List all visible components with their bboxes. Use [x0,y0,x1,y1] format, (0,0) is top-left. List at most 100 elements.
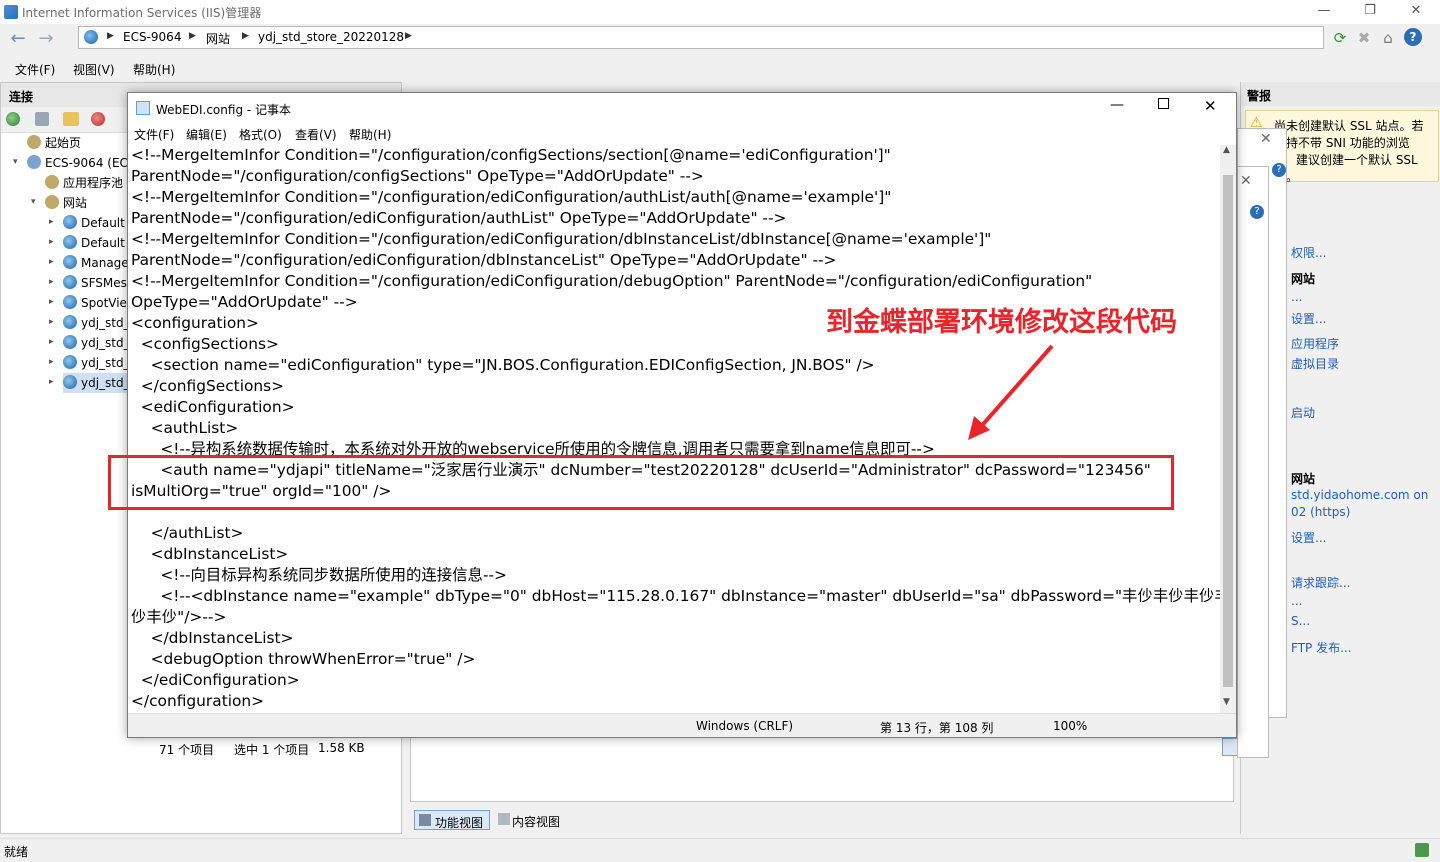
chevron-right-icon: ▶ [107,31,114,41]
scroll-up-icon[interactable]: ▲ [1223,145,1230,155]
home-icon[interactable]: ⌂ [1378,28,1398,48]
action-link[interactable]: 权限... [1291,244,1326,261]
menu-bar: 文件(F) 视图(V) 帮助(H) [0,58,1440,80]
notepad-menu-view[interactable]: 查看(V) [295,126,337,143]
close-icon[interactable]: ✕ [1260,131,1272,147]
action-link[interactable]: std.yidaohome.com on [1291,488,1428,502]
menu-file[interactable]: 文件(F) [15,61,55,78]
expand-chevron-icon[interactable]: ▸ [49,377,54,387]
tree-item-label: ydj_std_ [81,356,130,370]
close-icon[interactable]: ✕ [1240,173,1252,189]
background-dialog-2: ✕ ? [1237,166,1269,758]
website-globe-icon [63,315,77,329]
notepad-menu-help[interactable]: 帮助(H) [349,126,391,143]
scroll-thumb[interactable] [1223,175,1233,687]
notepad-vertical-scrollbar[interactable]: ▲ ▼ [1220,145,1236,713]
action-link[interactable]: S... [1291,614,1310,628]
action-link[interactable]: 应用程序 [1291,335,1339,352]
disconnect-icon[interactable] [91,112,105,126]
content-view-label: 内容视图 [512,815,561,829]
notepad-close-button[interactable]: ✕ [1204,97,1217,115]
tree-item[interactable]: ydj_std_ [63,353,130,373]
action-link[interactable]: 请求跟踪... [1291,574,1350,591]
notepad-maximize-button[interactable] [1158,98,1169,109]
menu-help[interactable]: 帮助(H) [133,61,175,78]
action-link[interactable]: 02 (https) [1291,505,1350,519]
tree-item[interactable]: 起始页 [27,133,81,153]
text-line: <!--MergeItemInfor Condition="/configura… [131,272,1093,290]
up-folder-icon[interactable] [63,112,79,126]
address-segment[interactable]: ECS-9064 [123,30,181,44]
website-globe-icon [63,295,77,309]
text-line: <!--MergeItemInfor Condition="/configura… [131,146,891,164]
expand-chevron-icon[interactable]: ▸ [49,297,54,307]
collapse-chevron-icon[interactable]: ▾ [31,197,36,207]
window-title: Internet Information Services (IIS)管理器 [22,6,262,20]
iis-title-bar: Internet Information Services (IIS)管理器 —… [0,0,1440,24]
notepad-menu-edit[interactable]: 编辑(E) [186,126,227,143]
tree-item[interactable]: Default [63,213,125,233]
expand-chevron-icon[interactable]: ▸ [49,257,54,267]
minimize-button[interactable]: — [1301,0,1347,24]
collapse-chevron-icon[interactable]: ▾ [13,157,18,167]
close-button[interactable]: ✕ [1393,0,1439,24]
refresh-icon[interactable]: ⟳ [1330,28,1350,48]
help-icon[interactable]: ? [1404,28,1422,46]
text-line: </authList> [131,524,244,542]
help-icon[interactable]: ? [1272,163,1286,177]
action-link[interactable]: 虚拟目录 [1291,355,1339,372]
action-link[interactable]: ... [1291,594,1302,608]
address-bar[interactable]: ▶ ECS-9064 ▶ 网站 ▶ ydj_std_store_20220128… [78,26,1324,49]
tree-item[interactable]: ydj_std_ [63,373,130,393]
tree-item[interactable]: SFSMes [63,273,127,293]
notepad-menu-format[interactable]: 格式(O) [239,126,282,143]
tree-item-label: Manage [81,256,129,270]
tree-item[interactable]: Default [63,233,125,253]
website-globe-icon [63,375,77,389]
tree-item[interactable]: SpotVie [63,293,127,313]
expand-chevron-icon[interactable]: ▸ [49,237,54,247]
menu-view[interactable]: 视图(V) [73,61,115,78]
action-link[interactable]: FTP 发布... [1291,639,1352,656]
action-link[interactable]: 设置... [1291,310,1326,327]
tree-item[interactable]: 应用程序池 [45,173,123,193]
expand-chevron-icon[interactable]: ▸ [49,337,54,347]
status-bar: 就绪 [0,838,1440,862]
view-switch-content[interactable]: 内容视图 [494,810,574,830]
action-link[interactable]: 设置... [1291,529,1326,546]
action-link[interactable]: 启动 [1291,404,1315,421]
action-section-title: 网站 [1291,272,1316,286]
view-switch-feature[interactable]: 功能视图 [414,810,490,830]
stop-icon[interactable]: ✖ [1354,28,1374,48]
folder-icon [27,135,41,149]
feature-view-icon [419,814,431,826]
expand-chevron-icon[interactable]: ▸ [49,217,54,227]
tree-item[interactable]: ECS-9064 (ECS [27,153,136,173]
globe-icon [84,30,98,44]
back-button[interactable]: ← [6,28,30,52]
connect-icon[interactable] [6,112,20,126]
tree-item[interactable]: ydj_std_ [63,313,130,333]
tree-item[interactable]: Manage [63,253,129,273]
tree-item[interactable]: ydj_std_ [63,333,130,353]
text-line: </dbInstanceList> [131,629,294,647]
address-segment[interactable]: 网站 [206,30,230,47]
forward-button[interactable]: → [34,28,58,52]
action-link[interactable]: ... [1291,290,1302,304]
scroll-down-icon[interactable]: ▼ [1223,697,1230,707]
expand-chevron-icon[interactable]: ▸ [49,277,54,287]
tree-item-label: Default [81,236,125,250]
notepad-minimize-button[interactable]: — [1110,97,1124,113]
status-text: 就绪 [4,845,29,859]
address-segment[interactable]: ydj_std_store_20220128 [258,30,404,44]
maximize-button[interactable]: ❐ [1347,0,1393,24]
annotation-text: 到金蝶部署环境修改这段代码 [826,307,1177,338]
tree-item-label: 网站 [63,196,88,210]
help-icon[interactable]: ? [1250,205,1264,219]
expand-chevron-icon[interactable]: ▸ [49,317,54,327]
website-globe-icon [63,255,77,269]
expand-chevron-icon[interactable]: ▸ [49,357,54,367]
notepad-menu-file[interactable]: 文件(F) [134,126,174,143]
tree-item[interactable]: 网站 [45,193,87,213]
save-icon[interactable] [35,112,49,126]
